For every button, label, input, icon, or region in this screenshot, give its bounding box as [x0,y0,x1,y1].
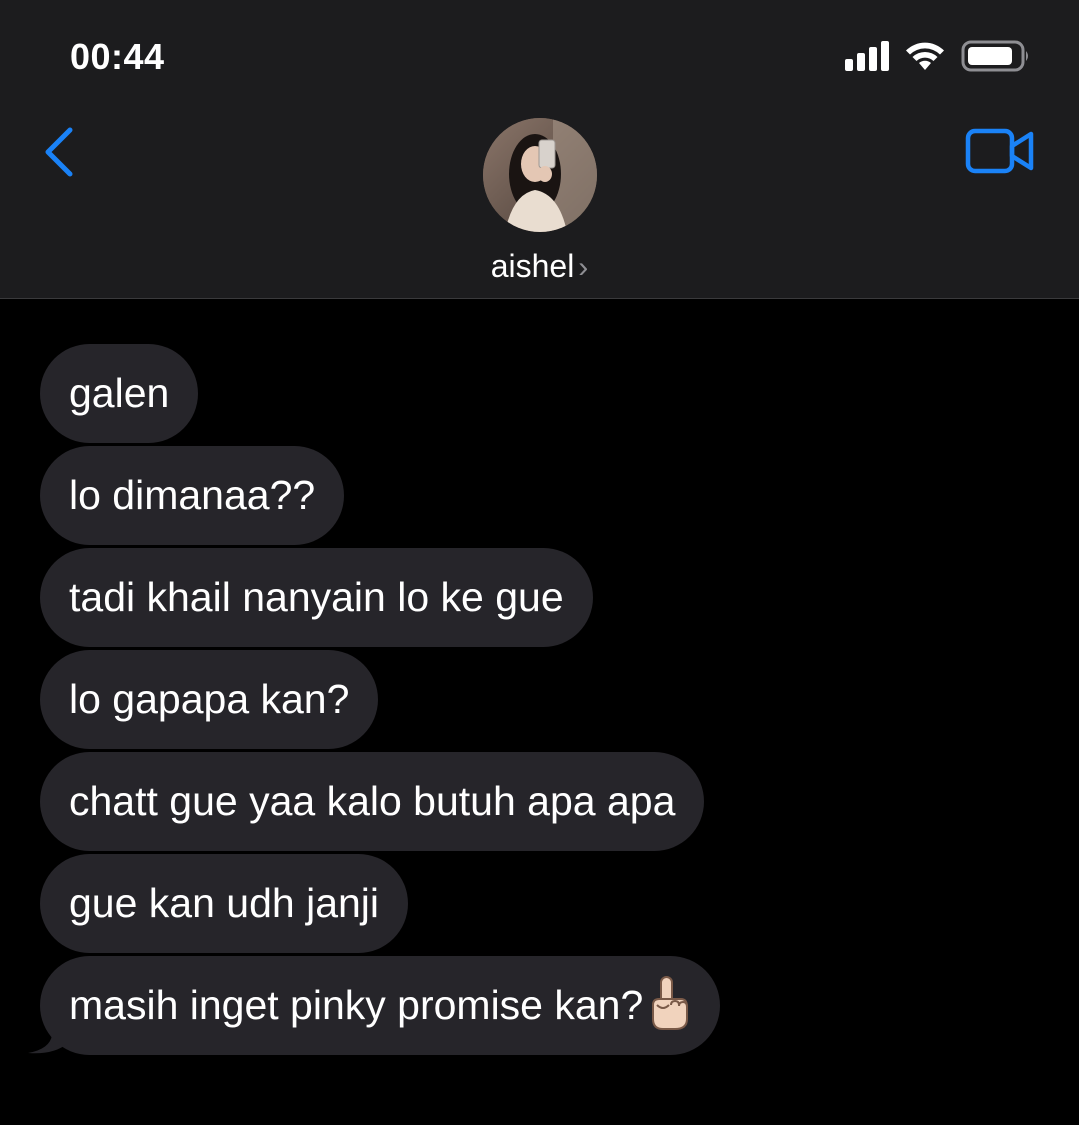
chevron-left-icon [45,127,73,177]
avatar-photo [483,118,597,232]
message-bubble[interactable]: chatt gue yaa kalo butuh apa apa [40,752,705,851]
message-bubble[interactable]: lo gapapa kan? [40,650,379,749]
conversation-header: 00:44 aishel › [0,0,1079,299]
message-bubble[interactable]: tadi khail nanyain lo ke gue [40,548,593,647]
contact-avatar[interactable] [483,118,597,232]
message-bubble[interactable]: gue kan udh janji [40,854,409,953]
message-text: gue kan udh janji [69,880,380,926]
back-button[interactable] [38,122,88,182]
status-time: 00:44 [70,36,165,77]
message-bubble[interactable]: galen [40,344,199,443]
pointing-up-emoji-icon [652,976,689,1031]
message-bubble[interactable]: lo dimanaa?? [40,446,345,545]
bubble-tail [28,1015,68,1054]
video-camera-icon [965,128,1034,174]
status-icons [845,40,1031,72]
message-text: lo gapapa kan? [69,676,350,722]
wifi-icon [906,42,944,70]
message-bubble[interactable]: masih inget pinky promise kan? [28,956,721,1055]
message-text: galen [69,370,170,416]
video-call-button[interactable] [965,126,1037,176]
chevron-right-icon: › [578,251,589,284]
message-text: tadi khail nanyain lo ke gue [69,574,564,620]
message-text: masih inget pinky promise kan? [69,982,644,1028]
contact-name: aishel [490,248,575,284]
battery-icon [961,40,1028,72]
message-text: chatt gue yaa kalo butuh apa apa [69,778,676,824]
message-list: galen lo dimanaa?? tadi khail nanyain lo… [28,344,721,1055]
contact-name-button[interactable]: aishel › [0,248,1079,285]
signal-icon [845,41,889,71]
message-text: lo dimanaa?? [69,472,316,518]
